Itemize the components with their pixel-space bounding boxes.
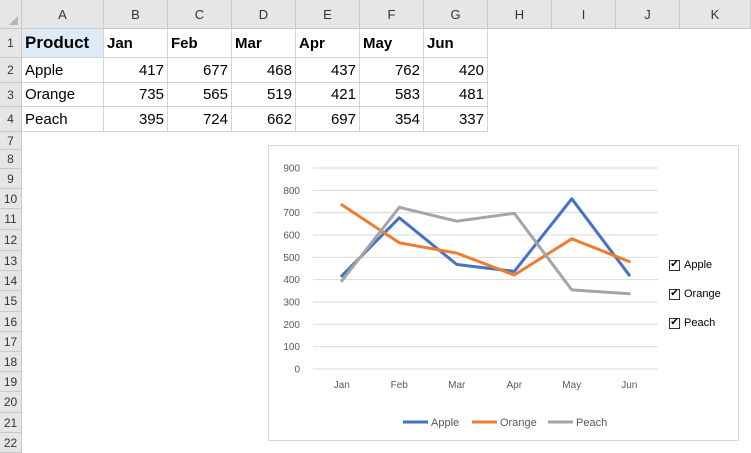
legend-label-peach: Peach — [576, 417, 607, 429]
cell-a3[interactable]: Orange — [22, 83, 104, 107]
legend-label-orange: Orange — [500, 417, 537, 429]
series-line-orange — [340, 203, 631, 277]
column-header-h[interactable]: H — [488, 0, 552, 29]
cell-f1[interactable]: May — [360, 29, 424, 58]
y-tick-label-700: 700 — [283, 208, 300, 219]
y-tick-label-400: 400 — [283, 275, 300, 286]
row-header-2[interactable]: 2 — [0, 58, 22, 83]
cell-f4[interactable]: 354 — [360, 107, 424, 132]
cell-a4[interactable]: Peach — [22, 107, 104, 132]
checkbox-peach-label: Peach — [684, 317, 716, 329]
row-header-15[interactable]: 15 — [0, 291, 22, 312]
row-header-22[interactable]: 22 — [0, 433, 22, 453]
line-chart[interactable]: 0 100 200 300 400 500 600 700 800 900 Jan Feb Mar Apr… — [268, 145, 739, 441]
chart-plot: 0 100 200 300 400 500 600 700 800 900 Jan Feb Mar Apr… — [283, 164, 658, 429]
cell-g2[interactable]: 420 — [424, 58, 488, 83]
legend-label-apple: Apple — [431, 417, 459, 429]
column-header-b[interactable]: B — [104, 0, 168, 29]
cell-g3[interactable]: 481 — [424, 83, 488, 107]
y-tick-label-300: 300 — [283, 298, 300, 309]
x-tick-label-apr: Apr — [506, 380, 522, 391]
select-all-corner[interactable] — [0, 0, 22, 29]
spreadsheet-grid: A B C D E F G H I J K 1 2 3 4 7 8 9 10 1… — [0, 0, 751, 453]
cell-d4[interactable]: 662 — [232, 107, 296, 132]
column-header-a[interactable]: A — [22, 0, 104, 29]
row-header-21[interactable]: 21 — [0, 413, 22, 433]
row-header-19[interactable]: 19 — [0, 372, 22, 392]
cell-e3[interactable]: 421 — [296, 83, 360, 107]
checkbox-apple-label: Apple — [684, 259, 713, 271]
cell-f3[interactable]: 583 — [360, 83, 424, 107]
row-header-10[interactable]: 10 — [0, 189, 22, 209]
checkbox-apple-box[interactable]: ✔ — [669, 259, 680, 271]
x-tick-label-feb: Feb — [391, 380, 409, 391]
cell-e2[interactable]: 437 — [296, 58, 360, 83]
checkbox-apple[interactable]: ✔ Apple — [669, 259, 712, 271]
row-header-1[interactable]: 1 — [0, 29, 22, 58]
row-header-11[interactable]: 11 — [0, 209, 22, 230]
select-all-icon — [9, 16, 18, 25]
cell-g1[interactable]: Jun — [424, 29, 488, 58]
cell-b2[interactable]: 417 — [104, 58, 168, 83]
row-header-4[interactable]: 4 — [0, 107, 22, 132]
y-tick-label-500: 500 — [283, 253, 300, 264]
column-header-j[interactable]: J — [616, 0, 680, 29]
column-header-g[interactable]: G — [424, 0, 488, 29]
cell-b4[interactable]: 395 — [104, 107, 168, 132]
x-tick-label-mar: Mar — [448, 380, 466, 391]
column-header-f[interactable]: F — [360, 0, 424, 29]
checkbox-orange[interactable]: ✔ Orange — [669, 288, 721, 300]
cell-e4[interactable]: 697 — [296, 107, 360, 132]
row-header-17[interactable]: 17 — [0, 332, 22, 352]
cell-d3[interactable]: 519 — [232, 83, 296, 107]
column-header-e[interactable]: E — [296, 0, 360, 29]
row-header-8[interactable]: 8 — [0, 150, 22, 169]
cell-c3[interactable]: 565 — [168, 83, 232, 107]
y-tick-label-200: 200 — [283, 320, 300, 331]
column-header-i[interactable]: I — [552, 0, 616, 29]
y-tick-label-100: 100 — [283, 342, 300, 353]
checkbox-peach[interactable]: ✔ Peach — [669, 317, 715, 329]
cell-d2[interactable]: 468 — [232, 58, 296, 83]
row-header-9[interactable]: 9 — [0, 169, 22, 189]
row-header-16[interactable]: 16 — [0, 312, 22, 332]
row-header-7[interactable]: 7 — [0, 132, 22, 150]
x-tick-label-jun: Jun — [621, 380, 637, 391]
cell-f2[interactable]: 762 — [360, 58, 424, 83]
cell-a2[interactable]: Apple — [22, 58, 104, 83]
cell-b3[interactable]: 735 — [104, 83, 168, 107]
cell-c1[interactable]: Feb — [168, 29, 232, 58]
column-header-d[interactable]: D — [232, 0, 296, 29]
row-header-14[interactable]: 14 — [0, 271, 22, 291]
checkbox-orange-box[interactable]: ✔ — [669, 288, 680, 300]
cell-e1[interactable]: Apr — [296, 29, 360, 58]
checkbox-orange-label: Orange — [684, 288, 721, 300]
row-header-13[interactable]: 13 — [0, 251, 22, 271]
y-tick-label-900: 900 — [283, 164, 300, 175]
row-header-12[interactable]: 12 — [0, 230, 22, 251]
row-header-3[interactable]: 3 — [0, 83, 22, 107]
cell-c4[interactable]: 724 — [168, 107, 232, 132]
cell-g4[interactable]: 337 — [424, 107, 488, 132]
checkbox-peach-box[interactable]: ✔ — [669, 317, 680, 329]
cell-b1[interactable]: Jan — [104, 29, 168, 58]
y-tick-label-0: 0 — [294, 365, 300, 376]
column-header-k[interactable]: K — [680, 0, 751, 29]
row-header-20[interactable]: 20 — [0, 392, 22, 413]
cell-d1[interactable]: Mar — [232, 29, 296, 58]
cell-c2[interactable]: 677 — [168, 58, 232, 83]
x-tick-label-may: May — [562, 380, 581, 391]
row-header-18[interactable]: 18 — [0, 352, 22, 372]
column-header-c[interactable]: C — [168, 0, 232, 29]
cell-a1[interactable]: Product — [22, 29, 104, 58]
y-tick-label-600: 600 — [283, 231, 300, 242]
x-tick-label-jan: Jan — [334, 380, 350, 391]
y-tick-label-800: 800 — [283, 186, 300, 197]
